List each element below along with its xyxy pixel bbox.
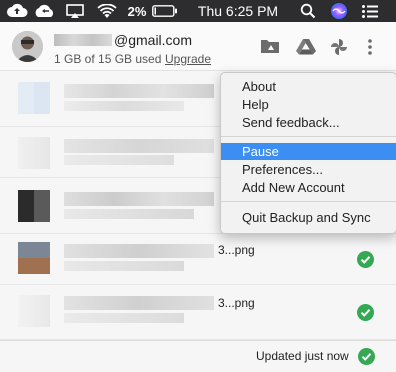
menu-item-send-feedback[interactable]: Send feedback... (221, 114, 396, 131)
redacted-file-info (64, 101, 184, 111)
menu-item-label: Preferences... (242, 162, 323, 177)
redacted-email-user (54, 34, 112, 46)
status-bar: Updated just now (0, 340, 396, 372)
airplay-icon[interactable] (64, 0, 86, 22)
redacted-file-info (64, 209, 194, 219)
more-options-icon[interactable] (366, 38, 378, 56)
backup-and-sync-icon[interactable] (4, 0, 30, 22)
menu-item-help[interactable]: Help (221, 96, 396, 113)
avatar[interactable] (12, 31, 43, 62)
synced-check-icon (357, 251, 374, 268)
menu-bar: 2% Thu 6:25 PM (0, 0, 396, 22)
redacted-file-info (64, 261, 184, 271)
file-thumbnail (18, 295, 50, 327)
redacted-file-name (64, 84, 214, 98)
file-thumbnail (18, 242, 50, 274)
cloud-icon[interactable] (32, 0, 58, 22)
file-name: 3...png (218, 296, 255, 310)
sync-status-check-icon (358, 348, 375, 365)
synced-check-icon (357, 304, 374, 321)
list-item[interactable]: 3...png (0, 285, 396, 340)
menu-item-label: Add New Account (242, 180, 345, 195)
battery-icon[interactable] (151, 0, 179, 22)
email-domain: @gmail.com (114, 32, 193, 48)
menu-item-about[interactable]: About (221, 78, 396, 95)
account-header: @gmail.com 1 GB of 15 GB used Upgrade (0, 22, 396, 71)
file-name: 3...png (218, 243, 255, 257)
notification-center-icon[interactable] (360, 0, 380, 22)
search-icon[interactable] (298, 0, 318, 22)
battery-percent[interactable]: 2% (126, 0, 148, 22)
menu-separator (221, 136, 396, 137)
file-thumbnail (18, 82, 50, 114)
settings-menu: About Help Send feedback... Pause Prefer… (220, 72, 396, 234)
file-thumbnail (18, 190, 50, 222)
menu-item-label: About (242, 79, 276, 94)
menu-item-add-new-account[interactable]: Add New Account (221, 179, 396, 196)
redacted-file-name (64, 192, 214, 206)
folder-icon[interactable] (260, 38, 279, 56)
redacted-file-name (64, 139, 214, 153)
list-item[interactable]: 3...png (0, 234, 396, 285)
wifi-icon[interactable] (96, 0, 118, 22)
clock[interactable]: Thu 6:25 PM (190, 0, 286, 22)
menu-item-label: Help (242, 97, 269, 112)
upgrade-link[interactable]: Upgrade (165, 52, 211, 66)
account-email: @gmail.com (54, 31, 192, 49)
menu-item-label: Pause (242, 144, 279, 159)
storage-usage: 1 GB of 15 GB used (54, 52, 162, 66)
menu-item-label: Send feedback... (242, 115, 340, 130)
menu-separator (221, 201, 396, 202)
redacted-file-name (64, 296, 214, 310)
menu-item-pause[interactable]: Pause (221, 143, 396, 160)
redacted-file-info (64, 155, 174, 165)
google-photos-icon[interactable] (330, 38, 348, 56)
sync-status-text: Updated just now (256, 349, 349, 363)
menu-item-quit[interactable]: Quit Backup and Sync (221, 209, 396, 226)
redacted-file-name (64, 244, 214, 258)
backup-and-sync-panel: @gmail.com 1 GB of 15 GB used Upgrade 3.… (0, 22, 396, 372)
siri-icon[interactable] (328, 0, 350, 22)
file-thumbnail (18, 137, 50, 169)
menu-item-label: Quit Backup and Sync (242, 210, 371, 225)
redacted-file-info (64, 313, 184, 323)
google-drive-icon[interactable] (296, 38, 316, 56)
menu-item-preferences[interactable]: Preferences... (221, 161, 396, 178)
